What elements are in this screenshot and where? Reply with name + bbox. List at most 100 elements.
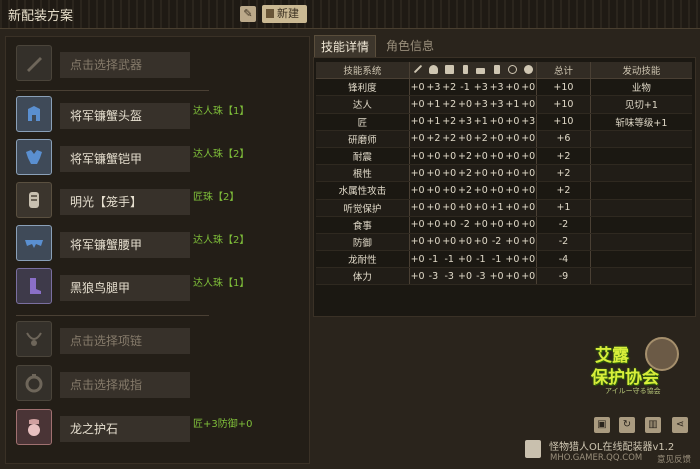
slot-talisman-jewel: 匠+3防御+0 xyxy=(193,419,253,430)
skill-value: +0 xyxy=(425,216,442,234)
save-icon[interactable]: ▣ xyxy=(594,417,610,433)
slot-weapon-name[interactable]: 点击选择武器 xyxy=(60,52,190,78)
skill-value: +0 xyxy=(408,181,426,200)
chest-armor-icon[interactable] xyxy=(16,139,52,175)
slot-helmet-jewel: 达人珠【1】 xyxy=(193,106,250,117)
col-skill-header: 技能系统 xyxy=(316,62,410,80)
skill-value: +3 xyxy=(457,113,473,131)
skill-value: +0 xyxy=(504,216,521,234)
slot-helmet[interactable]: 将军镰蟹头盔 达人珠【1】 xyxy=(16,95,306,135)
tab-skill-details[interactable]: 技能详情 xyxy=(314,35,376,57)
slot-helmet-name[interactable]: 将军镰蟹头盔 xyxy=(60,103,190,129)
skill-total: -9 xyxy=(536,267,591,286)
skill-active xyxy=(589,164,692,183)
slot-legs-name[interactable]: 黑狼鸟腿甲 xyxy=(60,275,190,301)
logo-tagline: アイルー守る協会 xyxy=(605,387,661,395)
skill-value: +0 xyxy=(520,95,537,114)
edit-icon[interactable]: ✎ xyxy=(240,6,256,22)
tab-role-info[interactable]: 角色信息 xyxy=(380,35,454,57)
skill-row: 防御 +0 +0 +0 +0 +0 -2 +0 +0 -2 xyxy=(316,233,692,252)
slot-chest-name[interactable]: 将军镰蟹铠甲 xyxy=(60,146,190,172)
slot-chest[interactable]: 将军镰蟹铠甲 达人珠【2】 xyxy=(16,138,306,178)
skill-value: +3 xyxy=(488,95,505,114)
gauntlet-icon[interactable] xyxy=(16,182,52,218)
slot-legs[interactable]: 黑狼鸟腿甲 达人珠【1】 xyxy=(16,267,306,307)
refresh-icon[interactable]: ↻ xyxy=(619,417,635,433)
skill-value: +0 xyxy=(441,199,458,217)
slot-talisman-name[interactable]: 龙之护石 xyxy=(60,416,190,442)
skill-value: +2 xyxy=(441,95,458,114)
skill-value: +0 xyxy=(408,147,426,166)
skill-name: 水属性攻击 xyxy=(316,181,410,200)
weapon-icon[interactable] xyxy=(16,45,52,81)
skill-total: +10 xyxy=(536,113,591,131)
skill-value: -3 xyxy=(425,267,442,286)
skill-value: +2 xyxy=(425,130,442,148)
skill-value: +0 xyxy=(472,181,489,200)
slot-necklace-name[interactable]: 点击选择项链 xyxy=(60,328,190,354)
skill-value: +0 xyxy=(472,216,489,234)
skill-value: +0 xyxy=(441,164,458,183)
skill-total: +1 xyxy=(536,199,591,217)
skill-value: +0 xyxy=(408,216,426,234)
slot-waist[interactable]: 将军镰蟹腰甲 达人珠【2】 xyxy=(16,224,306,264)
skill-value: +0 xyxy=(504,233,521,252)
skill-row: 体力 +0 -3 -3 +0 -3 +0 +0 +0 -9 xyxy=(316,267,692,286)
skill-value: +0 xyxy=(425,233,442,252)
slot-waist-name[interactable]: 将军镰蟹腰甲 xyxy=(60,232,190,258)
skill-value: +0 xyxy=(488,130,505,148)
skill-value: -1 xyxy=(425,250,442,269)
skill-name: 研磨师 xyxy=(316,130,410,148)
helmet-icon[interactable] xyxy=(16,96,52,132)
slot-weapon[interactable]: 点击选择武器 xyxy=(16,44,306,84)
skill-value: +2 xyxy=(441,78,458,97)
delete-icon[interactable]: ▥ xyxy=(645,417,661,433)
skill-active: 业物 xyxy=(589,78,692,97)
skill-value: +0 xyxy=(520,233,537,252)
tencent-logo-icon xyxy=(525,440,541,458)
skill-table: 技能系统 总计 发动技能 锋利度 +0 +3 +2 -1 +3 +3 +0 +0 +10 业物 达人 +… xyxy=(316,62,692,286)
slot-legs-jewel: 达人珠【1】 xyxy=(193,278,250,289)
divider xyxy=(16,90,209,91)
skill-value: +0 xyxy=(457,130,473,148)
skill-name: 耐震 xyxy=(316,147,410,166)
slot-ring-name[interactable]: 点击选择戒指 xyxy=(60,372,190,398)
skill-row: 研磨师 +0 +2 +2 +0 +2 +0 +0 +0 +6 xyxy=(316,130,692,148)
skill-value: -3 xyxy=(441,267,458,286)
skill-value: +0 xyxy=(472,147,489,166)
skill-value: +0 xyxy=(457,267,473,286)
ring-icon[interactable] xyxy=(16,365,52,401)
skill-value: +0 xyxy=(488,181,505,200)
share-icon[interactable]: ⋖ xyxy=(672,417,688,433)
waist-armor-icon[interactable] xyxy=(16,225,52,261)
skill-value: +0 xyxy=(520,216,537,234)
skill-value: +0 xyxy=(457,199,473,217)
skill-row: 根性 +0 +0 +0 +2 +0 +0 +0 +0 +2 xyxy=(316,164,692,183)
skill-value: +0 xyxy=(408,78,426,97)
new-button[interactable]: 新建 xyxy=(262,5,307,23)
skill-active xyxy=(589,130,692,148)
slot-gauntlet[interactable]: 明光【笼手】 匠珠【2】 xyxy=(16,181,306,221)
skill-active: 见切+1 xyxy=(589,95,692,114)
skill-value: +0 xyxy=(472,199,489,217)
slot-talisman[interactable]: 龙之护石 匠+3防御+0 xyxy=(16,408,306,448)
legs-col-icon xyxy=(488,62,505,80)
skill-value: +0 xyxy=(408,164,426,183)
slot-ring[interactable]: 点击选择戒指 xyxy=(16,364,306,404)
skill-value: +3 xyxy=(472,78,489,97)
skill-value: -1 xyxy=(488,250,505,269)
slot-gauntlet-name[interactable]: 明光【笼手】 xyxy=(60,189,190,215)
skill-value: +1 xyxy=(472,113,489,131)
weapon-col-icon xyxy=(408,62,426,80)
leg-armor-icon[interactable] xyxy=(16,268,52,304)
talisman-icon[interactable] xyxy=(16,409,52,445)
skill-value: -1 xyxy=(441,250,458,269)
skill-value: +2 xyxy=(457,181,473,200)
skill-value: +2 xyxy=(441,130,458,148)
skill-total: -2 xyxy=(536,233,591,252)
slot-necklace[interactable]: 点击选择项链 xyxy=(16,320,306,360)
skill-row: 锋利度 +0 +3 +2 -1 +3 +3 +0 +0 +10 业物 xyxy=(316,78,692,97)
footer-site-link[interactable]: MHO.GAMER.QQ.COM xyxy=(550,453,642,463)
necklace-icon[interactable] xyxy=(16,321,52,357)
feedback-link[interactable]: 意见反馈 xyxy=(657,453,691,465)
